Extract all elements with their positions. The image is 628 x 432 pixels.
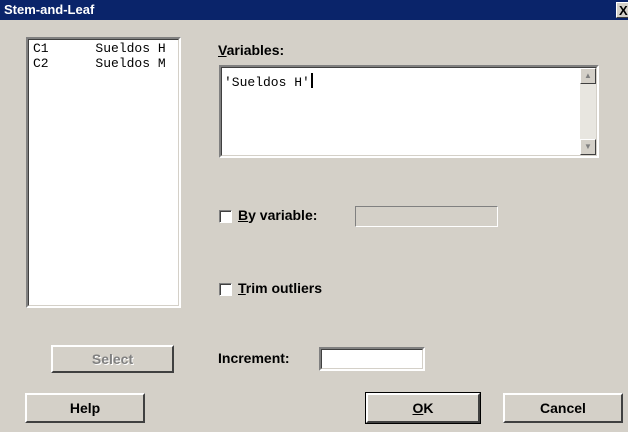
column-name: Sueldos H <box>95 41 166 56</box>
window-title: Stem-and-Leaf <box>4 2 95 17</box>
text-caret <box>310 73 313 88</box>
variables-input[interactable]: 'Sueldos H' ▲ ▼ <box>219 65 599 158</box>
ok-default-ring: OK <box>365 392 481 424</box>
trim-outliers-checkbox[interactable] <box>219 283 232 296</box>
select-button[interactable]: Select <box>51 345 174 373</box>
help-button[interactable]: Help <box>25 393 145 423</box>
cancel-button[interactable]: Cancel <box>503 393 623 423</box>
list-item[interactable]: C2 Sueldos M <box>33 56 166 71</box>
scroll-up-arrow-icon[interactable]: ▲ <box>580 68 596 84</box>
trim-outliers-label[interactable]: Trim outliers <box>238 280 322 296</box>
increment-label: Increment: <box>218 350 290 366</box>
column-id: C2 <box>33 56 49 71</box>
variables-text: 'Sueldos H' <box>224 73 313 90</box>
variables-label: Variables: <box>218 42 285 58</box>
list-item[interactable]: C1 Sueldos H <box>33 41 166 56</box>
column-list[interactable]: C1 Sueldos H C2 Sueldos M <box>26 37 181 308</box>
column-name: Sueldos M <box>95 56 166 71</box>
ok-button[interactable]: OK <box>366 393 480 423</box>
scroll-down-arrow-icon[interactable]: ▼ <box>580 139 596 155</box>
by-variable-label[interactable]: By variable: <box>238 207 317 223</box>
increment-input[interactable] <box>319 347 425 371</box>
by-variable-field <box>355 206 498 227</box>
column-id: C1 <box>33 41 49 56</box>
close-button[interactable]: X <box>616 2 628 18</box>
close-icon: X <box>619 3 628 18</box>
variables-scrollbar[interactable]: ▲ ▼ <box>580 68 596 155</box>
by-variable-checkbox[interactable] <box>219 210 232 223</box>
